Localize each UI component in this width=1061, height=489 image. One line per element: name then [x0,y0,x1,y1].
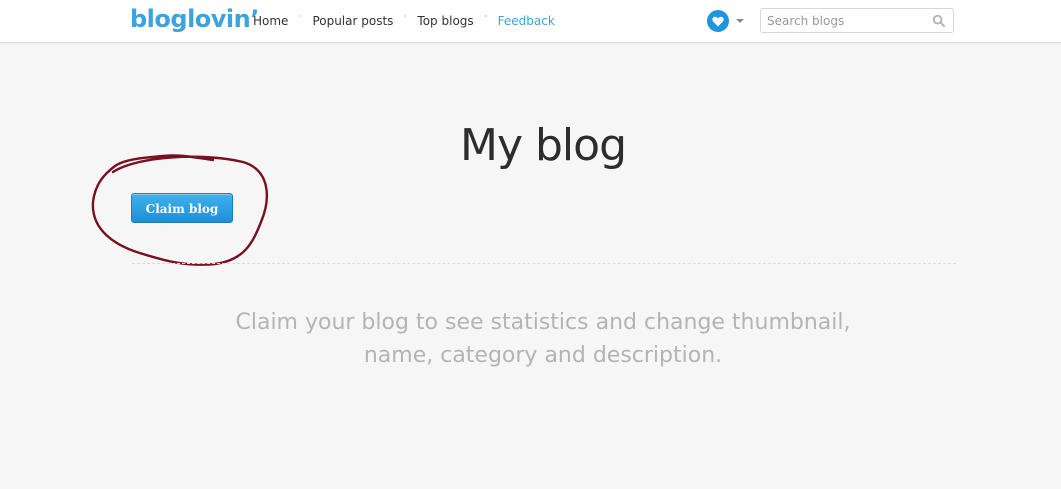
main-nav: Home Popular posts Top blogs Feedback [253,13,555,29]
search-input[interactable] [767,12,927,29]
magnifier-icon[interactable] [932,14,946,28]
nav-separator-dot [484,15,487,17]
nav-feedback-link[interactable]: Feedback [498,13,555,29]
nav-top-blogs-link[interactable]: Top blogs [417,13,473,29]
heart-icon [707,10,729,32]
bloglovin-logo[interactable]: bloglovin’ [130,3,259,35]
claim-description-line-2: name, category and description. [363,343,723,368]
claim-description: Claim your blog to see statistics and ch… [0,306,1061,372]
favorites-menu-button[interactable] [707,10,747,32]
section-divider [132,263,956,264]
page-title: My blog [460,120,627,171]
nav-popular-posts-link[interactable]: Popular posts [312,13,393,29]
top-navigation-bar: bloglovin’ Home Popular posts Top blogs … [0,0,1061,43]
claim-description-line-1: Claim your blog to see statistics and ch… [235,310,851,335]
search-box [760,8,954,33]
nav-separator-dot [299,15,302,17]
nav-separator-dot [404,15,407,17]
claim-blog-button[interactable]: Claim blog [131,193,233,223]
chevron-down-icon [736,19,744,23]
nav-home-link[interactable]: Home [253,13,288,29]
